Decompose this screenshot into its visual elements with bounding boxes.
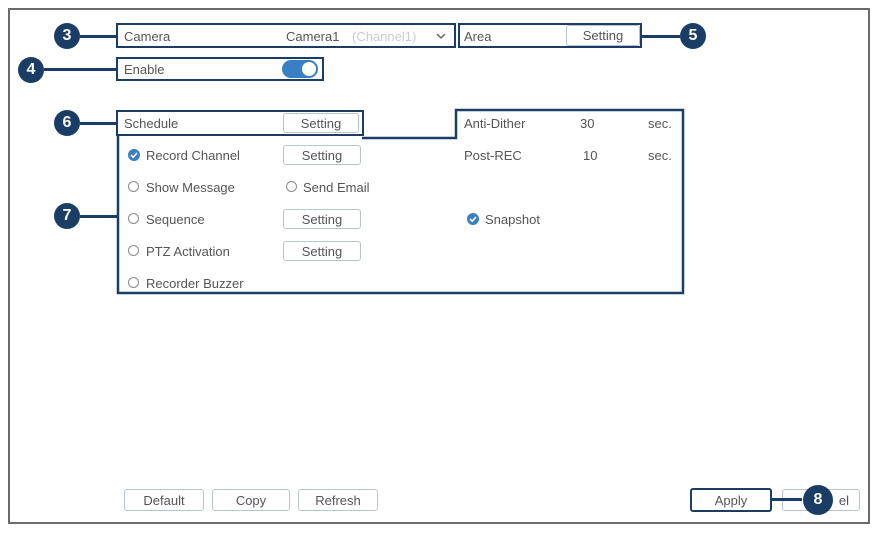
sequence-label: Sequence: [146, 212, 205, 227]
default-button[interactable]: Default: [124, 489, 204, 511]
check-icon: [469, 216, 477, 223]
snapshot-checkbox[interactable]: [467, 213, 479, 225]
cancel-button-label: el: [838, 492, 849, 508]
record-channel-setting-button[interactable]: Setting: [283, 145, 361, 165]
apply-button[interactable]: Apply: [690, 488, 772, 512]
snapshot-label: Snapshot: [485, 212, 540, 227]
recorder-buzzer-label: Recorder Buzzer: [146, 276, 244, 291]
ptz-activation-radio[interactable]: [128, 245, 139, 256]
callout-8-line: [772, 498, 802, 501]
show-message-radio[interactable]: [128, 181, 139, 192]
record-channel-checkbox[interactable]: [128, 149, 140, 161]
copy-button[interactable]: Copy: [212, 489, 290, 511]
ptz-setting-button[interactable]: Setting: [283, 241, 361, 261]
send-email-label: Send Email: [303, 180, 370, 195]
recorder-buzzer-radio[interactable]: [128, 277, 139, 288]
actions-highlight: [116, 108, 685, 295]
send-email-radio[interactable]: [286, 181, 297, 192]
anti-dither-unit: sec.: [648, 116, 672, 131]
callout-7-line: [80, 215, 118, 218]
post-rec-value[interactable]: 10: [583, 148, 597, 163]
callout-7: 7: [54, 203, 80, 229]
anti-dither-value[interactable]: 30: [580, 116, 594, 131]
record-channel-label: Record Channel: [146, 148, 240, 163]
check-icon: [130, 152, 138, 159]
anti-dither-label: Anti-Dither: [464, 116, 526, 131]
ptz-activation-label: PTZ Activation: [146, 244, 230, 259]
sequence-radio[interactable]: [128, 213, 139, 224]
post-rec-unit: sec.: [648, 148, 672, 163]
callout-8: 8: [803, 485, 833, 515]
sequence-setting-button[interactable]: Setting: [283, 209, 361, 229]
show-message-label: Show Message: [146, 180, 235, 195]
refresh-button[interactable]: Refresh: [298, 489, 378, 511]
post-rec-label: Post-REC: [464, 148, 522, 163]
